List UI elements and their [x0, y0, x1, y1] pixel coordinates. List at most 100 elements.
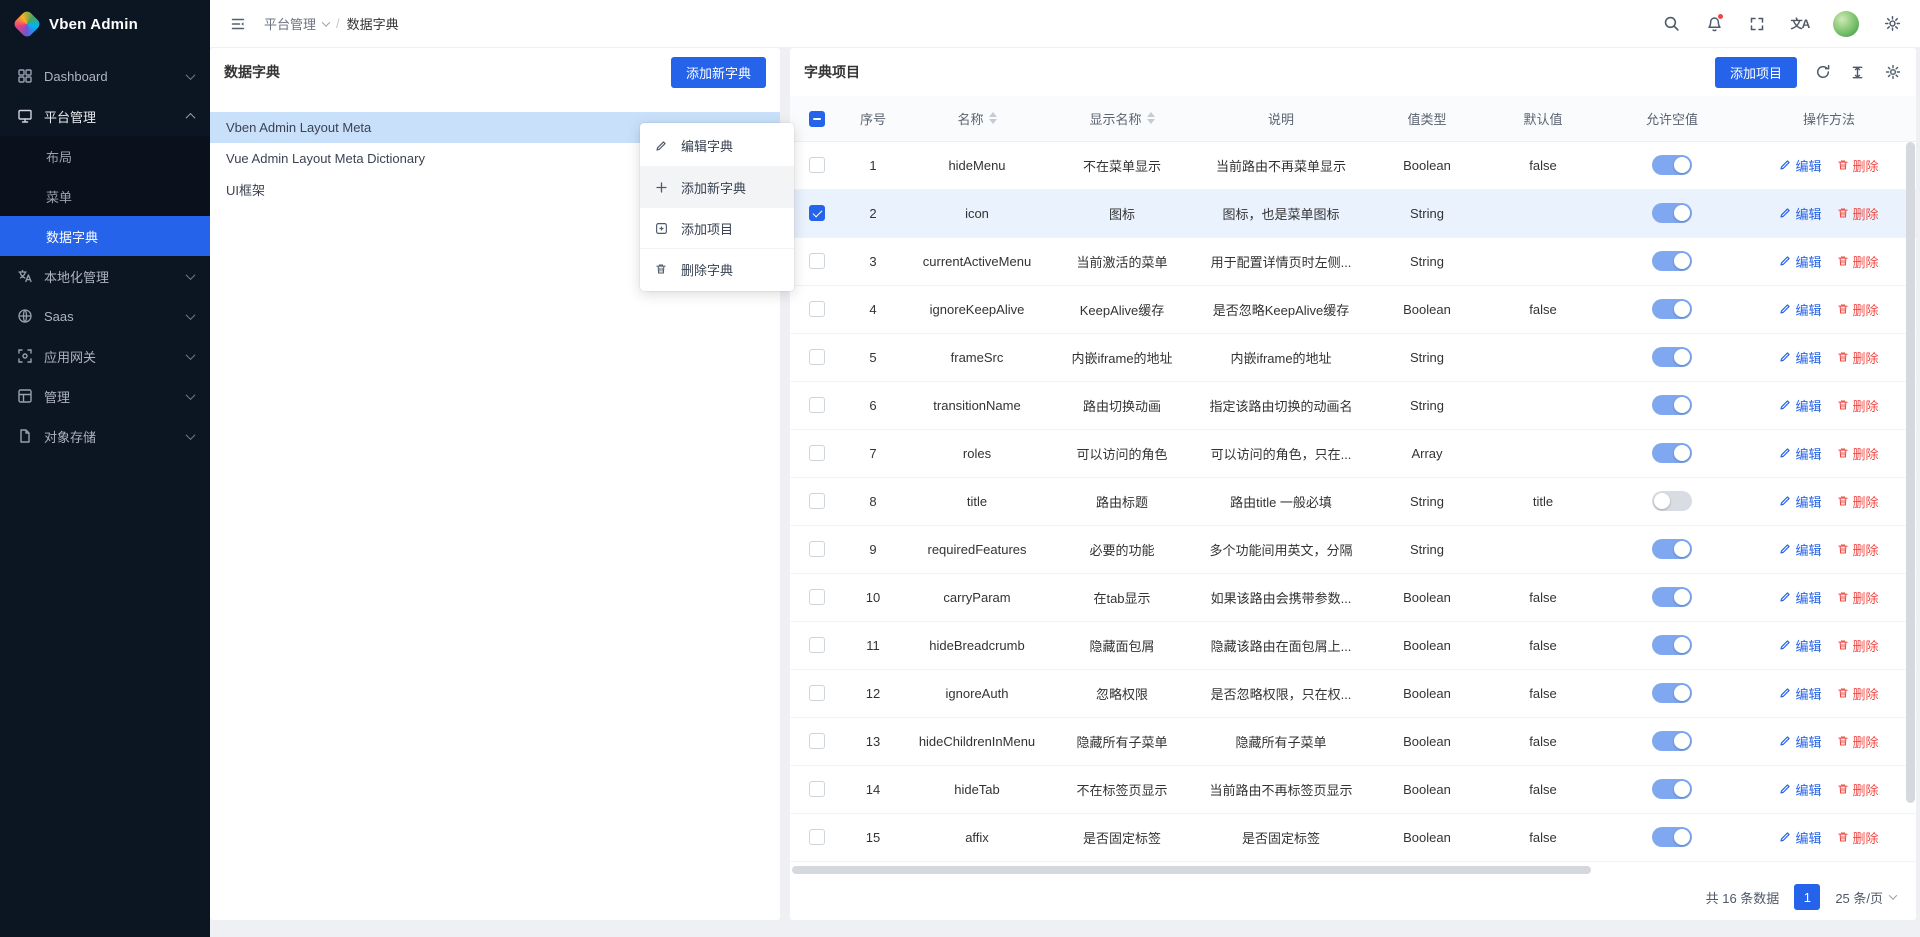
delete-button[interactable]: 删除	[1837, 348, 1879, 367]
allow-empty-toggle[interactable]	[1652, 539, 1692, 559]
delete-button[interactable]: 删除	[1837, 444, 1879, 463]
sidebar-item-saas[interactable]: Saas	[0, 296, 210, 336]
delete-button[interactable]: 删除	[1837, 828, 1879, 847]
allow-empty-toggle[interactable]	[1652, 251, 1692, 271]
delete-button[interactable]: 删除	[1837, 300, 1879, 319]
row-height-icon[interactable]	[1849, 63, 1867, 81]
notification-icon[interactable]	[1704, 14, 1724, 34]
vertical-scrollbar[interactable]	[1906, 142, 1915, 860]
sidebar-item-layout[interactable]: 布局	[0, 136, 210, 176]
edit-button[interactable]: 编辑	[1779, 492, 1821, 511]
row-checkbox[interactable]	[809, 589, 825, 605]
delete-button[interactable]: 删除	[1837, 636, 1879, 655]
row-checkbox[interactable]	[809, 733, 825, 749]
row-checkbox[interactable]	[809, 829, 825, 845]
delete-button[interactable]: 删除	[1837, 540, 1879, 559]
edit-button[interactable]: 编辑	[1779, 684, 1821, 703]
allow-empty-toggle[interactable]	[1652, 683, 1692, 703]
col-name[interactable]: 名称	[902, 96, 1052, 141]
table-settings-icon[interactable]	[1884, 63, 1902, 81]
breadcrumb-parent[interactable]: 平台管理	[264, 14, 316, 33]
edit-button[interactable]: 编辑	[1779, 252, 1821, 271]
delete-button[interactable]: 删除	[1837, 492, 1879, 511]
row-checkbox[interactable]	[809, 253, 825, 269]
settings-gear-icon[interactable]	[1882, 14, 1902, 34]
allow-empty-toggle[interactable]	[1652, 635, 1692, 655]
row-checkbox[interactable]	[809, 397, 825, 413]
refresh-icon[interactable]	[1814, 63, 1832, 81]
edit-button[interactable]: 编辑	[1779, 588, 1821, 607]
allow-empty-toggle[interactable]	[1652, 491, 1692, 511]
sidebar-item-app-gateway[interactable]: 应用网关	[0, 336, 210, 376]
row-checkbox[interactable]	[809, 541, 825, 557]
add-dictionary-button[interactable]: 添加新字典	[671, 57, 766, 88]
delete-button[interactable]: 删除	[1837, 252, 1879, 271]
allow-empty-toggle[interactable]	[1652, 731, 1692, 751]
user-avatar[interactable]	[1833, 11, 1859, 37]
delete-button[interactable]: 删除	[1837, 396, 1879, 415]
allow-empty-toggle[interactable]	[1652, 155, 1692, 175]
page-number-button[interactable]: 1	[1794, 884, 1820, 910]
sidebar-item-data-dictionary[interactable]: 数据字典	[0, 216, 210, 256]
table-row: 4ignoreKeepAliveKeepAlive缓存是否忽略KeepAlive…	[790, 285, 1916, 333]
sidebar-item-object-storage[interactable]: 对象存储	[0, 416, 210, 456]
row-checkbox[interactable]	[809, 301, 825, 317]
edit-button[interactable]: 编辑	[1779, 204, 1821, 223]
sidebar-item-menu[interactable]: 菜单	[0, 176, 210, 216]
page-size-select[interactable]: 25 条/页	[1835, 888, 1896, 907]
app-logo[interactable]: Vben Admin	[0, 0, 210, 48]
delete-button[interactable]: 删除	[1837, 588, 1879, 607]
vertical-scrollbar-thumb[interactable]	[1906, 142, 1915, 803]
allow-empty-toggle[interactable]	[1652, 347, 1692, 367]
row-checkbox[interactable]	[809, 685, 825, 701]
row-checkbox[interactable]	[809, 445, 825, 461]
allow-empty-toggle[interactable]	[1652, 443, 1692, 463]
allow-empty-toggle[interactable]	[1652, 587, 1692, 607]
edit-button[interactable]: 编辑	[1779, 300, 1821, 319]
row-checkbox[interactable]	[809, 493, 825, 509]
context-menu-item[interactable]: 编辑字典	[640, 125, 794, 166]
allow-empty-toggle[interactable]	[1652, 203, 1692, 223]
add-item-button[interactable]: 添加项目	[1715, 57, 1797, 88]
horizontal-scrollbar[interactable]	[792, 866, 1902, 874]
edit-button[interactable]: 编辑	[1779, 156, 1821, 175]
search-icon[interactable]	[1661, 14, 1681, 34]
edit-button[interactable]: 编辑	[1779, 828, 1821, 847]
delete-button[interactable]: 删除	[1837, 156, 1879, 175]
allow-empty-toggle[interactable]	[1652, 299, 1692, 319]
edit-button[interactable]: 编辑	[1779, 732, 1821, 751]
row-checkbox[interactable]	[809, 157, 825, 173]
horizontal-scrollbar-thumb[interactable]	[792, 866, 1591, 874]
row-checkbox[interactable]	[809, 637, 825, 653]
fullscreen-icon[interactable]	[1747, 14, 1767, 34]
context-menu-item[interactable]: 添加新字典	[640, 166, 794, 207]
allow-empty-toggle[interactable]	[1652, 779, 1692, 799]
allow-empty-toggle[interactable]	[1652, 395, 1692, 415]
allow-empty-toggle[interactable]	[1652, 827, 1692, 847]
menu-fold-icon[interactable]	[228, 14, 248, 34]
sort-icon[interactable]	[989, 112, 997, 124]
edit-button[interactable]: 编辑	[1779, 540, 1821, 559]
row-checkbox[interactable]	[809, 349, 825, 365]
context-menu-item[interactable]: 删除字典	[640, 248, 794, 289]
sidebar-item-dashboard[interactable]: Dashboard	[0, 56, 210, 96]
delete-button[interactable]: 删除	[1837, 780, 1879, 799]
select-all-checkbox[interactable]	[809, 111, 825, 127]
col-display-name[interactable]: 显示名称	[1052, 96, 1192, 141]
edit-button[interactable]: 编辑	[1779, 780, 1821, 799]
delete-button[interactable]: 删除	[1837, 732, 1879, 751]
sidebar-item-localization[interactable]: 本地化管理	[0, 256, 210, 296]
edit-button[interactable]: 编辑	[1779, 396, 1821, 415]
sidebar-item-platform[interactable]: 平台管理	[0, 96, 210, 136]
edit-button[interactable]: 编辑	[1779, 348, 1821, 367]
row-checkbox[interactable]	[809, 205, 825, 221]
translate-icon[interactable]: 文A	[1790, 14, 1810, 34]
edit-button[interactable]: 编辑	[1779, 636, 1821, 655]
delete-button[interactable]: 删除	[1837, 684, 1879, 703]
context-menu-item[interactable]: 添加项目	[640, 207, 794, 248]
sidebar-item-admin[interactable]: 管理	[0, 376, 210, 416]
delete-button[interactable]: 删除	[1837, 204, 1879, 223]
sort-icon[interactable]	[1147, 112, 1155, 124]
edit-button[interactable]: 编辑	[1779, 444, 1821, 463]
row-checkbox[interactable]	[809, 781, 825, 797]
